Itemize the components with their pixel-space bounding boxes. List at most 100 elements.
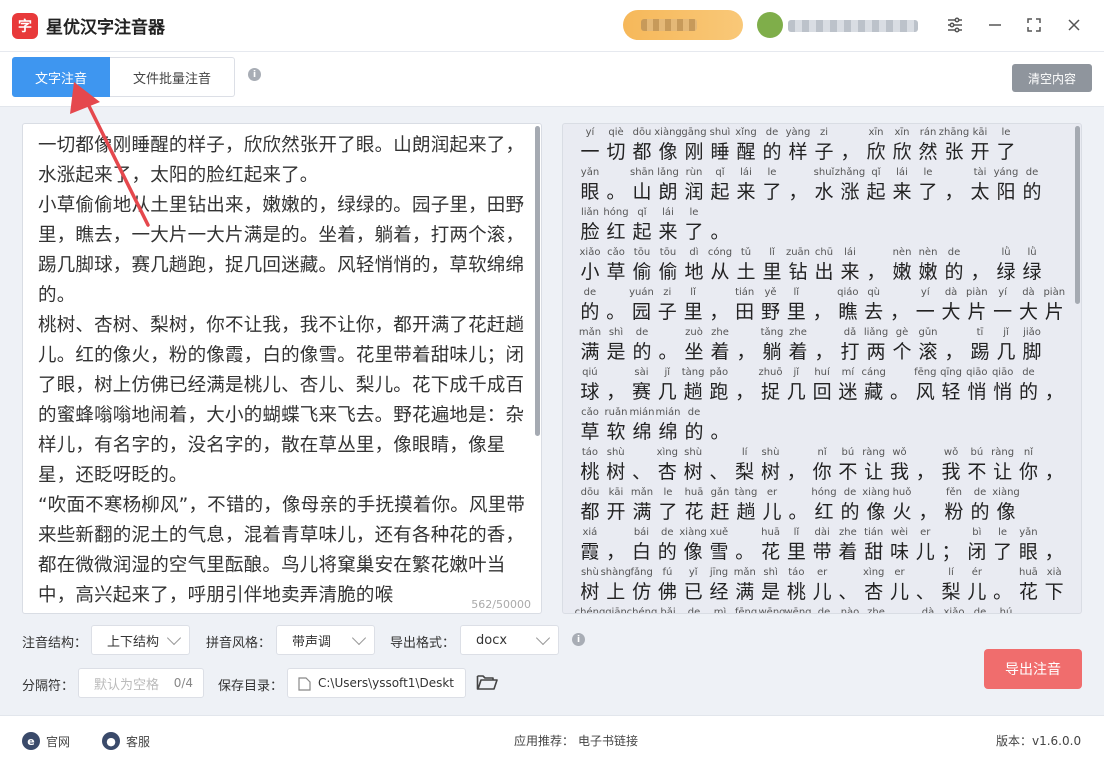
- website-link[interactable]: e 官网: [22, 732, 70, 750]
- editor-scrollbar[interactable]: [535, 126, 540, 436]
- ruby-char: tī 踢: [967, 326, 993, 366]
- ruby-char: qiāo 悄: [990, 366, 1016, 406]
- user-name-blurred[interactable]: [788, 20, 918, 32]
- hanzi-text: 树: [606, 461, 626, 483]
- pinyin-text: xìng: [863, 567, 885, 578]
- ruby-char: 。: [707, 406, 733, 446]
- hanzi-text: 经: [709, 581, 729, 603]
- ruby-char: de的: [941, 246, 967, 286]
- hanzi-text: 滚: [918, 341, 938, 363]
- hanzi-text: 张: [944, 141, 964, 163]
- ruby-char: ，: [941, 326, 967, 366]
- ruby-char: ，: [912, 446, 938, 486]
- hanzi-text: 藏: [864, 381, 884, 403]
- hanzi-text: 的: [657, 541, 677, 563]
- hanzi-text: 佛: [657, 581, 677, 603]
- hanzi-text: 个: [892, 341, 912, 363]
- recommend-link[interactable]: 电子书链接: [578, 732, 638, 749]
- ruby-char: qù 去: [861, 286, 887, 326]
- hanzi-text: 、: [631, 461, 651, 483]
- pinyin-text: mǎn: [733, 567, 756, 578]
- pinyin-text: jǐ: [1003, 327, 1009, 338]
- text-editor[interactable]: 一切都像刚睡醒的样子，欣欣然张开了眼。山朗润起来了，水涨起来了，太阳的脸红起来了…: [22, 123, 542, 614]
- ruby-char: yuán 园: [629, 286, 655, 326]
- hanzi-text: 着: [710, 341, 730, 363]
- ruby-char: ，: [1041, 526, 1067, 566]
- ruby-char: de的: [681, 606, 707, 613]
- ruby-char: 。: [603, 286, 629, 326]
- ruby-char: mǎn 满: [577, 326, 603, 366]
- hanzi-text: 风: [915, 381, 935, 403]
- ruby-char: tōu 偷: [655, 246, 681, 286]
- hanzi-text: 球: [580, 381, 600, 403]
- info-icon[interactable]: i: [248, 68, 261, 81]
- separator-input[interactable]: 默认为空格 0/4: [78, 668, 204, 698]
- settings-icon[interactable]: [942, 12, 968, 38]
- clear-content-button[interactable]: 清空内容: [1012, 64, 1092, 92]
- ruby-char: xiàng 像: [679, 526, 707, 566]
- ruby-char: de的: [681, 406, 707, 446]
- save-dir-field[interactable]: C:\Users\yssoft1\Deskt: [287, 668, 466, 698]
- ruby-char: qiè 切: [603, 126, 629, 166]
- pinyin-text: nèn: [918, 247, 938, 258]
- minimize-button[interactable]: [982, 12, 1008, 38]
- pinyin-text: xìng: [656, 447, 678, 458]
- pinyin-text: yí: [998, 287, 1007, 298]
- pinyin-text: xià: [1046, 567, 1062, 578]
- hanzi-text: 出: [814, 261, 834, 283]
- format-select[interactable]: docx: [460, 625, 559, 655]
- editor-text[interactable]: 一切都像刚睡醒的样子，欣欣然张开了眼。山朗润起来了，水涨起来了，太阳的脸红起来了…: [38, 131, 528, 611]
- format-info-icon[interactable]: i: [572, 633, 585, 646]
- ruby-char: shù 树: [680, 446, 706, 486]
- ruby-char: gāng 刚: [681, 126, 707, 166]
- pinyin-line: xiǎo 小 cǎo 草 tōu 偷 tōu 偷 dì 地 cóng 从 tǔ 土 lǐ 里 zuān 钻 chū 出…: [577, 246, 1067, 286]
- pinyin-text: tián: [864, 527, 884, 538]
- pinyin-text: zi: [663, 287, 672, 298]
- pinyin-text: hóng: [603, 207, 629, 218]
- ruby-char: qiú 球: [577, 366, 603, 406]
- pinyin-text: lí: [948, 567, 954, 578]
- ruby-char: shì 是: [758, 566, 784, 606]
- pinyin-text: gè: [895, 327, 909, 338]
- ruby-char: lái 来: [733, 166, 759, 206]
- ruby-char: xiá 霞: [577, 526, 603, 566]
- structure-select[interactable]: 上下结构: [91, 625, 190, 655]
- ruby-char: huā 花: [1016, 566, 1042, 606]
- close-button[interactable]: [1061, 12, 1087, 38]
- hanzi-text: 了: [996, 141, 1016, 163]
- hanzi-text: 了: [658, 501, 678, 523]
- avatar[interactable]: [757, 12, 783, 38]
- maximize-button[interactable]: [1021, 12, 1047, 38]
- hanzi-text: 。: [889, 381, 909, 403]
- ruby-char: shān 山: [629, 166, 655, 206]
- hanzi-text: ，: [970, 261, 990, 283]
- style-select[interactable]: 带声调: [276, 625, 375, 655]
- pinyin-text: wèi: [890, 527, 909, 538]
- ruby-char: ，: [837, 126, 863, 166]
- hanzi-text: 睡: [710, 141, 730, 163]
- ruby-char: fěn 粉: [941, 486, 967, 526]
- hanzi-text: 了: [993, 541, 1013, 563]
- ruby-char: 、: [835, 566, 861, 606]
- hanzi-text: 草: [580, 421, 600, 443]
- hanzi-text: 开: [606, 501, 626, 523]
- ruby-char: lǎng 朗: [655, 166, 681, 206]
- ruby-char: xiàng 像: [654, 126, 682, 166]
- folder-icon[interactable]: [476, 672, 498, 692]
- pinyin-text: huí: [814, 367, 830, 378]
- pinyin-text: piàn: [1043, 287, 1066, 298]
- tab-file-batch[interactable]: 文件批量注音: [110, 57, 235, 97]
- tab-text-annotation[interactable]: 文字注音: [12, 57, 110, 97]
- pinyin-text: qīng: [940, 367, 962, 378]
- export-button[interactable]: 导出注音: [984, 649, 1082, 689]
- hanzi-text: 悄: [967, 381, 987, 403]
- hanzi-text: 的: [632, 341, 652, 363]
- preview-scrollbar[interactable]: [1075, 126, 1080, 304]
- pinyin-text: ruǎn: [604, 407, 628, 418]
- support-link[interactable]: ● 客服: [102, 732, 150, 750]
- pinyin-text: lǐ: [793, 287, 800, 298]
- hanzi-text: 坐: [684, 341, 704, 363]
- hanzi-text: 味: [889, 541, 909, 563]
- pinyin-preview: yí 一 qiè 切 dōu 都 xiàng 像 gāng 刚 shuì 睡 xǐng 醒 de 的 yàng 样…: [562, 123, 1082, 614]
- vip-badge[interactable]: [623, 10, 743, 40]
